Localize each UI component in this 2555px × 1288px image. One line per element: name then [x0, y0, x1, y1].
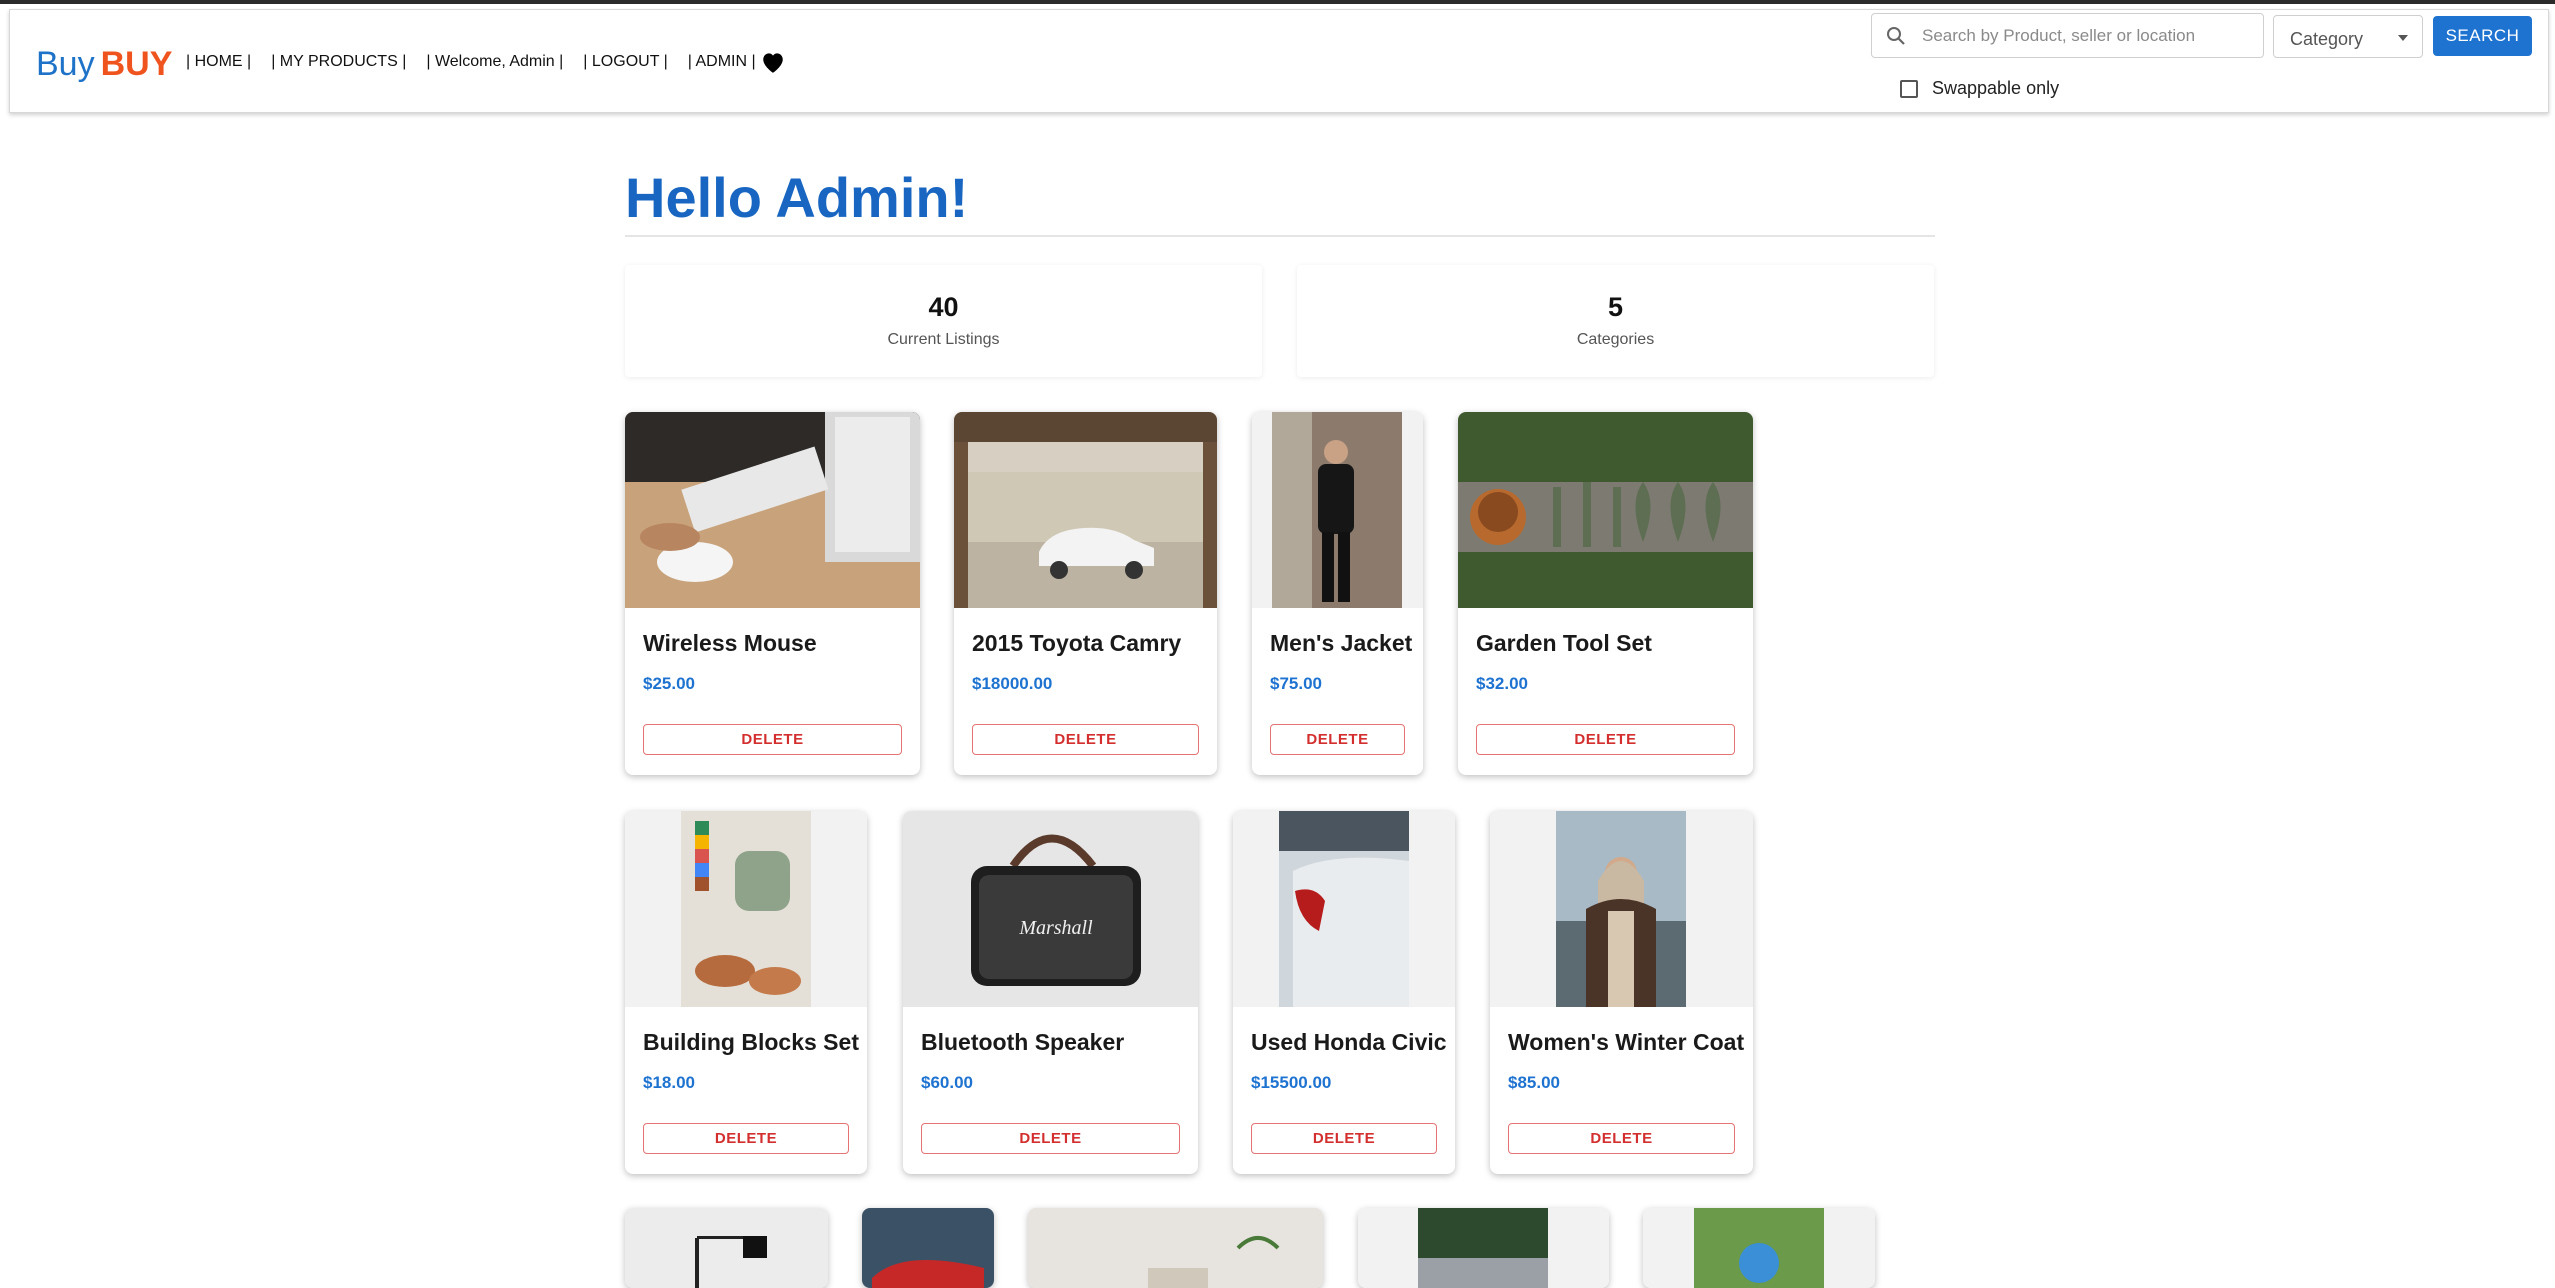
product-title[interactable]: Women's Winter Coat: [1508, 1029, 1744, 1056]
delete-button[interactable]: DELETE: [1476, 724, 1735, 755]
product-image[interactable]: [1643, 1208, 1875, 1288]
product-title[interactable]: Bluetooth Speaker: [921, 1029, 1124, 1056]
search-placeholder: Search by Product, seller or location: [1922, 26, 2196, 45]
product-price: $60.00: [921, 1073, 973, 1092]
product-title[interactable]: 2015 Toyota Camry: [972, 630, 1181, 657]
nav-logout-link[interactable]: | LOGOUT |: [583, 53, 667, 71]
delete-button[interactable]: DELETE: [972, 724, 1199, 755]
product-card[interactable]: Used Honda Civic $15500.00 DELETE: [1233, 811, 1455, 1174]
product-image[interactable]: Marshall: [903, 811, 1198, 1007]
category-select-label: Category: [2290, 29, 2364, 49]
product-image[interactable]: [1233, 811, 1455, 1007]
swappable-only-checkbox[interactable]: Swappable only: [1900, 78, 2059, 99]
product-card[interactable]: 2015 Toyota Camry $18000.00 DELETE: [954, 412, 1217, 775]
window-top-border: [0, 0, 2555, 4]
nav-welcome-text: | Welcome, Admin |: [426, 53, 564, 70]
nav-links: | HOME | | MY PRODUCTS | | Welcome, Admi…: [186, 53, 776, 71]
delete-button[interactable]: DELETE: [643, 1123, 849, 1154]
product-title[interactable]: Building Blocks Set: [643, 1029, 859, 1056]
stat-value: 40: [928, 292, 959, 322]
nav-home-link[interactable]: | HOME |: [186, 53, 251, 71]
product-price: $75.00: [1270, 674, 1322, 693]
product-title[interactable]: Garden Tool Set: [1476, 630, 1652, 657]
brand-part-1: Buy: [36, 45, 95, 83]
stat-label: Categories: [1576, 331, 1655, 348]
product-image[interactable]: [1252, 412, 1423, 608]
brand-part-2: BUY: [100, 45, 173, 83]
product-image[interactable]: [1028, 1208, 1323, 1288]
product-price: $18.00: [643, 1073, 695, 1092]
product-image[interactable]: [862, 1208, 994, 1288]
stat-card-categories: 5 Categories: [1297, 265, 1934, 377]
product-price: $15500.00: [1251, 1073, 1332, 1092]
product-card[interactable]: [862, 1208, 994, 1288]
product-price: $85.00: [1508, 1073, 1560, 1092]
swappable-only-label: Swappable only: [1932, 78, 2060, 98]
product-card[interactable]: Garden Tool Set $32.00 DELETE: [1458, 412, 1753, 775]
divider: [625, 235, 1935, 237]
stat-label: Current Listings: [887, 331, 1000, 348]
product-price: $32.00: [1476, 674, 1528, 693]
product-card[interactable]: Marshall Bluetooth Speaker $60.00 DELETE: [903, 811, 1198, 1174]
delete-button[interactable]: DELETE: [1270, 724, 1405, 755]
product-title[interactable]: Men's Jacket: [1270, 630, 1412, 657]
product-image[interactable]: [625, 811, 867, 1007]
product-image[interactable]: [625, 1208, 828, 1288]
delete-button[interactable]: DELETE: [643, 724, 902, 755]
product-card[interactable]: Building Blocks Set $18.00 DELETE: [625, 811, 867, 1174]
product-card[interactable]: [625, 1208, 828, 1288]
brand-logo[interactable]: Buy BUY: [36, 44, 172, 84]
page-title: Hello Admin!: [625, 166, 969, 229]
product-card[interactable]: [1643, 1208, 1875, 1288]
product-card[interactable]: Men's Jacket $75.00 DELETE: [1252, 412, 1423, 775]
product-image[interactable]: [625, 412, 920, 608]
product-image[interactable]: [954, 412, 1217, 608]
search-input[interactable]: Search by Product, seller or location: [1871, 13, 2264, 58]
product-image[interactable]: [1458, 412, 1753, 608]
stat-card-listings: 40 Current Listings: [625, 265, 1262, 377]
category-select[interactable]: Category: [2273, 15, 2423, 58]
search-icon: [1887, 27, 1905, 45]
product-card[interactable]: Wireless Mouse $25.00 DELETE: [625, 412, 920, 775]
stat-value: 5: [1607, 292, 1624, 322]
product-card[interactable]: Women's Winter Coat $85.00 DELETE: [1490, 811, 1753, 1174]
product-price: $25.00: [643, 674, 695, 693]
delete-button[interactable]: DELETE: [1508, 1123, 1735, 1154]
search-button[interactable]: SEARCH: [2433, 16, 2532, 56]
product-card[interactable]: [1358, 1208, 1609, 1288]
chevron-down-icon: [2398, 35, 2408, 41]
nav-admin-link[interactable]: | ADMIN |: [688, 53, 756, 71]
product-card[interactable]: [1028, 1208, 1323, 1288]
heart-icon[interactable]: [760, 50, 790, 80]
product-title[interactable]: Used Honda Civic: [1251, 1029, 1447, 1056]
navbar: Buy BUY | HOME | | MY PRODUCTS | | Welcom…: [9, 9, 2549, 113]
product-title[interactable]: Wireless Mouse: [643, 630, 817, 657]
checkbox-icon[interactable]: [1900, 79, 1918, 98]
delete-button[interactable]: DELETE: [921, 1123, 1180, 1154]
delete-button[interactable]: DELETE: [1251, 1123, 1437, 1154]
product-price: $18000.00: [972, 674, 1053, 693]
svg-text:Marshall: Marshall: [1018, 917, 1093, 939]
product-image[interactable]: [1490, 811, 1753, 1007]
product-image[interactable]: [1358, 1208, 1609, 1288]
nav-my-products-link[interactable]: | MY PRODUCTS |: [271, 53, 406, 71]
